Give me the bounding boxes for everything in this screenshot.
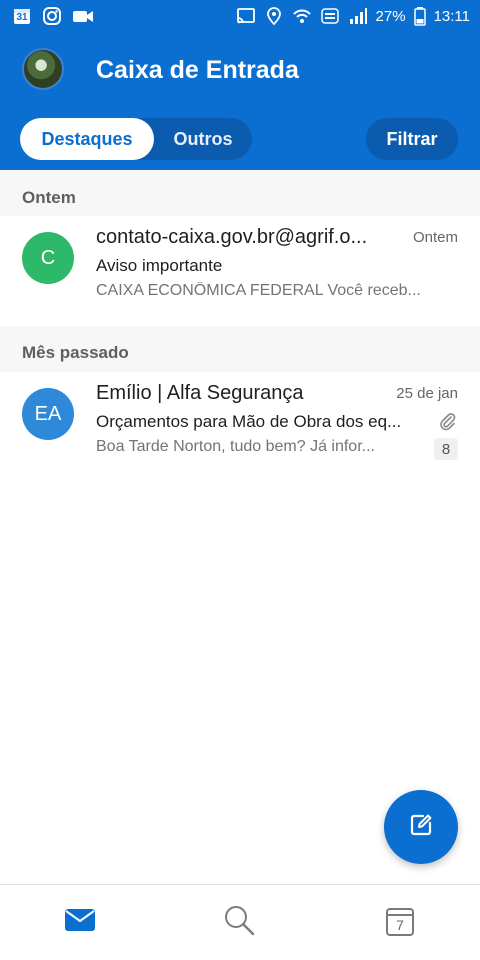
email-date: 25 de jan xyxy=(396,385,458,402)
section-label: Ontem xyxy=(22,188,76,207)
nav-search[interactable] xyxy=(222,905,256,939)
email-sender: contato-caixa.gov.br@agrif.o... xyxy=(96,226,368,248)
wifi-icon xyxy=(292,6,312,26)
location-icon xyxy=(264,6,284,26)
email-preview: Boa Tarde Norton, tudo bem? Já infor... xyxy=(96,438,375,455)
list-item[interactable]: C contato-caixa.gov.br@agrif.o... Ontem … xyxy=(0,216,480,326)
page-title: Caixa de Entrada xyxy=(96,56,299,84)
list-item[interactable]: EA Emílio | Alfa Segurança 25 de jan Orç… xyxy=(0,372,480,482)
video-camera-icon xyxy=(72,6,93,26)
email-subject: Aviso importante xyxy=(96,256,223,275)
sender-initials: EA xyxy=(34,402,62,425)
sender-avatar: EA xyxy=(22,388,74,440)
account-avatar[interactable] xyxy=(22,48,64,90)
battery-icon xyxy=(413,6,426,26)
compose-icon xyxy=(408,812,434,843)
email-subject: Orçamentos para Mão de Obra dos eq... xyxy=(96,412,402,431)
mail-icon xyxy=(64,907,96,938)
calendar-icon: 7 xyxy=(385,907,415,937)
nav-calendar[interactable]: 7 xyxy=(383,905,417,939)
status-bar: 31 27% 13:11 xyxy=(0,0,480,34)
inbox-header: Caixa de Entrada Destaques Outros Filtra… xyxy=(0,34,480,170)
volte-icon xyxy=(320,6,340,26)
nav-mail[interactable] xyxy=(63,905,97,939)
email-sender: Emílio | Alfa Segurança xyxy=(96,382,304,404)
cast-icon xyxy=(236,6,256,26)
thread-count-badge: 8 xyxy=(434,438,458,460)
search-icon xyxy=(222,903,256,942)
instagram-icon xyxy=(42,6,62,26)
tab-outros[interactable]: Outros xyxy=(154,118,252,160)
sender-initials: C xyxy=(40,246,56,269)
section-label: Mês passado xyxy=(22,343,129,362)
compose-button[interactable] xyxy=(384,790,458,864)
attachment-icon xyxy=(438,412,458,432)
clock: 13:11 xyxy=(433,7,470,25)
battery-percent: 27% xyxy=(375,7,406,25)
bottom-navigation: 7 xyxy=(0,884,480,960)
email-preview: CAIXA ECONÔMICA FEDERAL Você receb... xyxy=(96,282,421,299)
calendar-icon: 31 xyxy=(12,6,32,26)
status-calendar-day: 31 xyxy=(16,12,28,23)
calendar-day: 7 xyxy=(396,917,404,933)
signal-icon xyxy=(348,6,368,26)
tab-destaques[interactable]: Destaques xyxy=(20,118,154,160)
filter-button[interactable]: Filtrar xyxy=(366,118,458,160)
email-date: Ontem xyxy=(412,229,458,246)
sender-avatar: C xyxy=(22,232,74,284)
